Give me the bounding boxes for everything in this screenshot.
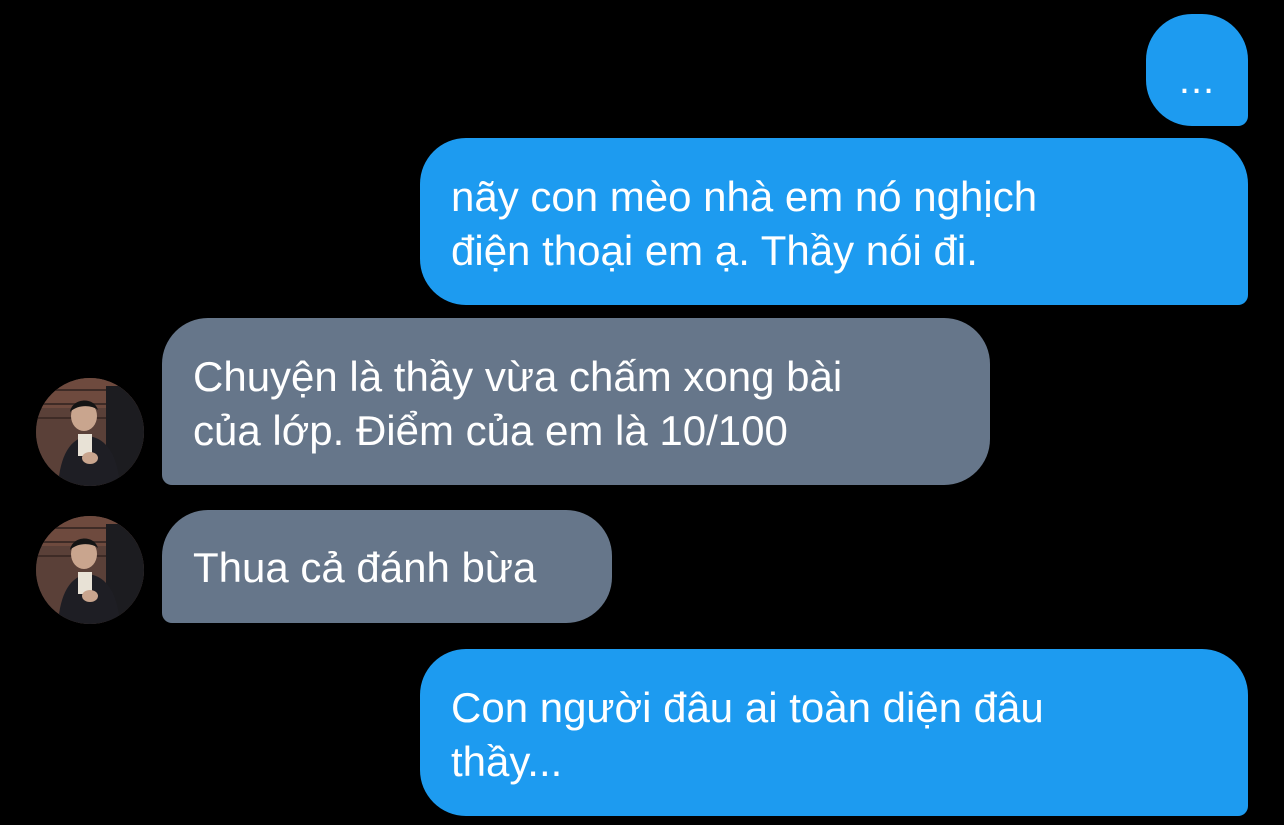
chat-thread: ... nãy con mèo nhà em nó nghịch điện th… <box>0 0 1284 825</box>
message-text-line: điện thoại em ạ. Thầy nói đi. <box>451 227 978 274</box>
message-text: ... <box>1178 58 1216 102</box>
person-photo-icon <box>36 378 144 486</box>
message-text-line: Chuyện là thầy vừa chấm xong bài <box>193 353 843 400</box>
sender-avatar[interactable] <box>36 378 144 486</box>
outgoing-message-bubble[interactable]: nãy con mèo nhà em nó nghịch điện thoại … <box>420 138 1248 305</box>
incoming-message-bubble[interactable]: Chuyện là thầy vừa chấm xong bài của lớp… <box>162 318 990 485</box>
message-text-line: nãy con mèo nhà em nó nghịch <box>451 173 1038 220</box>
sender-avatar[interactable] <box>36 516 144 624</box>
message-text-line: thầy... <box>451 738 563 785</box>
message-text-line: Con người đâu ai toàn diện đâu <box>451 684 1044 731</box>
message-text: Thua cả đánh bừa <box>193 544 537 591</box>
message-text-line: của lớp. Điểm của em là 10/100 <box>193 407 788 454</box>
incoming-message-bubble[interactable]: Thua cả đánh bừa <box>162 510 612 623</box>
outgoing-message-bubble[interactable]: ... <box>1146 14 1248 126</box>
person-photo-icon <box>36 516 144 624</box>
outgoing-message-bubble[interactable]: Con người đâu ai toàn diện đâu thầy... <box>420 649 1248 816</box>
